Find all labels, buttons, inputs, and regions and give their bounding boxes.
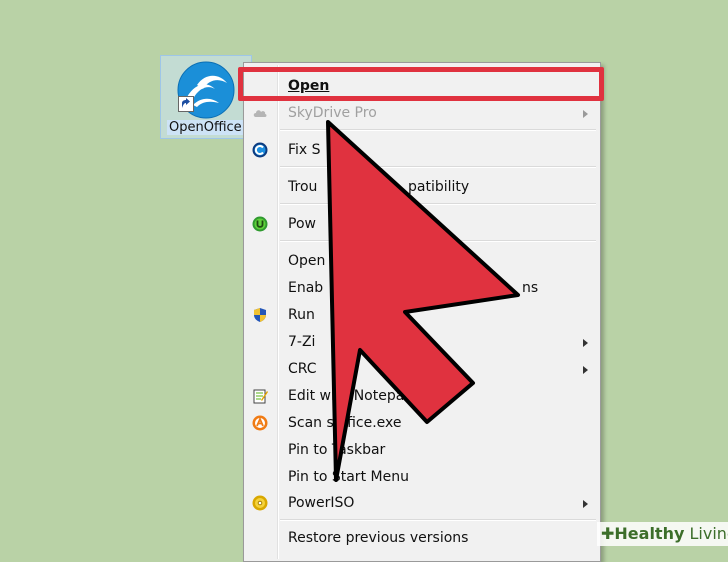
menu-item-open-file-location[interactable]: Open	[246, 249, 598, 273]
menu-item-label: Run	[288, 307, 315, 323]
watermark-logo: ✚Healthy Living	[597, 522, 728, 546]
menu-item-scan-soffice[interactable]: Scan soffice.exe	[246, 411, 598, 435]
menu-item-label: CRC	[288, 361, 317, 377]
context-menu: Open SkyDrive Pro Fix S Trou patibility …	[243, 62, 601, 562]
ccleaner-icon	[252, 142, 268, 158]
menu-item-troubleshoot-compatibility[interactable]: Trou patibility	[246, 175, 598, 199]
watermark-bold-text: Healthy	[614, 524, 685, 543]
menu-item-label: Fix S	[288, 142, 321, 158]
menu-item-edit-notepadpp[interactable]: Edit with Notepad++	[246, 384, 598, 408]
menu-item-label: Trou	[288, 179, 318, 195]
menu-item-label: PowerISO	[288, 495, 355, 511]
menu-item-poweriso[interactable]: PowerISO	[246, 491, 598, 515]
open-highlight-box	[238, 67, 604, 101]
watermark-text: Living	[689, 524, 728, 543]
menu-item-fix[interactable]: Fix S	[246, 138, 598, 162]
menu-item-7zip[interactable]: 7-Zi	[246, 330, 598, 354]
menu-item-label: SkyDrive Pro	[288, 105, 377, 121]
menu-item-label-suffix: ns	[522, 280, 539, 296]
notepadpp-icon	[253, 389, 268, 404]
uac-shield-icon	[254, 308, 266, 322]
menu-item-label: Pin to Taskbar	[288, 442, 386, 458]
menu-item-pin-taskbar[interactable]: Pin to Taskbar	[246, 438, 598, 462]
leaf-icon: ✚	[601, 524, 615, 543]
avast-icon	[252, 415, 268, 431]
menu-item-enable[interactable]: Enab ns	[246, 276, 598, 300]
menu-item-skydrive-pro[interactable]: SkyDrive Pro	[246, 101, 598, 125]
menu-item-label-suffix: A	[341, 361, 351, 377]
menu-item-restore-previous-versions[interactable]: Restore previous versions	[246, 526, 598, 550]
menu-item-label: Enab	[288, 280, 324, 296]
menu-item-power[interactable]: Pow	[246, 212, 598, 236]
menu-item-label: Open	[288, 253, 326, 269]
uniblue-icon	[252, 216, 268, 232]
menu-item-label: 7-Zi	[288, 334, 316, 350]
menu-item-pin-start[interactable]: Pin to Start Menu	[246, 465, 598, 489]
menu-item-crc-sha[interactable]: CRC A	[246, 357, 598, 381]
submenu-arrow-icon	[583, 339, 588, 347]
menu-item-label: Pow	[288, 216, 316, 232]
menu-item-label-suffix: patibility	[408, 179, 470, 195]
menu-item-label: Restore previous versions	[288, 530, 469, 546]
menu-item-label: Scan soffice.exe	[288, 415, 402, 431]
submenu-arrow-icon	[583, 366, 588, 374]
desktop-icon-label: OpenOffice	[167, 120, 244, 135]
shortcut-arrow-icon	[178, 96, 194, 112]
poweriso-icon	[252, 495, 268, 511]
submenu-arrow-icon	[583, 110, 588, 118]
cloud-icon	[253, 110, 267, 117]
submenu-arrow-icon	[583, 500, 588, 508]
menu-item-label: Pin to Start Menu	[288, 469, 409, 485]
menu-item-label: Edit with Notepad++	[288, 388, 437, 404]
menu-item-run-as-admin[interactable]: Run	[246, 303, 598, 327]
